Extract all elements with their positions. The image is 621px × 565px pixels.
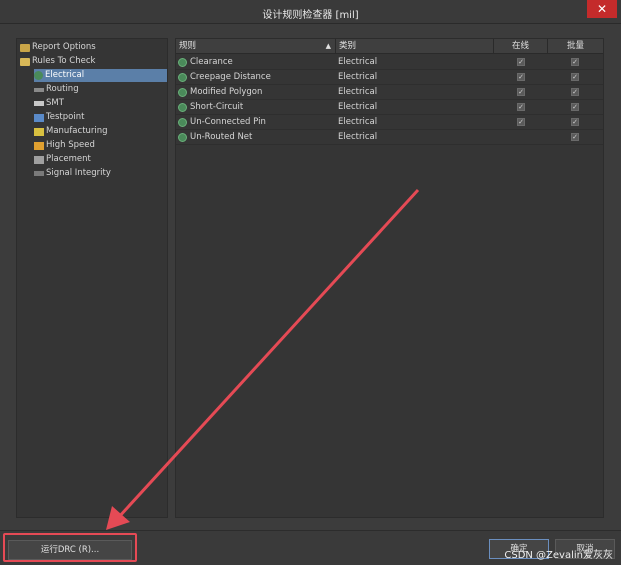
rule-name: Creepage Distance <box>190 72 271 82</box>
online-checkbox[interactable]: ✓ <box>517 58 525 66</box>
table-header: 规则 ▲ 类别 在线 批量 <box>176 39 603 54</box>
table-row[interactable]: Short-Circuit Electrical ✓ ✓ <box>176 100 603 115</box>
tree-item-label: Routing <box>46 84 79 94</box>
window-title: 设计规则检查器 [mil] <box>262 10 359 21</box>
column-header-rule[interactable]: 规则 ▲ <box>176 39 336 54</box>
batch-checkbox[interactable]: ✓ <box>571 58 579 66</box>
rule-icon <box>178 133 187 142</box>
online-checkbox[interactable]: ✓ <box>517 73 525 81</box>
rule-category: Electrical <box>338 72 378 82</box>
rule-icon <box>178 73 187 82</box>
tree-item-label: Rules To Check <box>32 56 96 66</box>
table-row[interactable]: Un-Connected Pin Electrical ✓ ✓ <box>176 115 603 130</box>
rule-icon <box>178 58 187 67</box>
online-checkbox[interactable]: ✓ <box>517 118 525 126</box>
column-header-category[interactable]: 类别 <box>336 39 494 54</box>
column-header-batch[interactable]: 批量 <box>548 39 603 54</box>
rule-name: Modified Polygon <box>190 87 263 97</box>
table-row[interactable]: Clearance Electrical ✓ ✓ <box>176 55 603 70</box>
tree-item-placement[interactable]: Placement <box>34 153 91 166</box>
batch-checkbox[interactable]: ✓ <box>571 118 579 126</box>
tree-item-label: High Speed <box>46 140 95 150</box>
watermark: CSDN @Zevalin爱灰灰 <box>504 550 613 561</box>
folder-icon <box>20 43 30 52</box>
placement-icon <box>34 155 44 164</box>
rule-category: Electrical <box>338 57 378 67</box>
rule-name: Clearance <box>190 57 233 67</box>
routing-icon <box>34 87 44 92</box>
tree-item-electrical[interactable]: Electrical <box>34 69 167 82</box>
batch-checkbox[interactable]: ✓ <box>571 88 579 96</box>
rule-category: Electrical <box>338 132 378 142</box>
rules-tree: Report Options Rules To Check Electrical… <box>16 38 168 518</box>
tree-item-routing[interactable]: Routing <box>34 83 79 96</box>
tree-item-label: Testpoint <box>46 112 85 122</box>
tree-item-signal-integrity[interactable]: Signal Integrity <box>34 167 111 180</box>
title-bar: 设计规则检查器 [mil] ✕ <box>0 0 621 24</box>
tree-item-label: Electrical <box>45 70 85 80</box>
high-speed-icon <box>34 141 44 150</box>
signal-integrity-icon <box>34 171 44 176</box>
batch-checkbox[interactable]: ✓ <box>571 133 579 141</box>
testpoint-icon <box>34 113 44 122</box>
batch-checkbox[interactable]: ✓ <box>571 103 579 111</box>
column-header-online[interactable]: 在线 <box>494 39 548 54</box>
rule-category: Electrical <box>338 102 378 112</box>
tree-item-label: Manufacturing <box>46 126 108 136</box>
tree-item-rules-to-check[interactable]: Rules To Check <box>20 55 95 68</box>
rule-icon <box>178 88 187 97</box>
tree-item-report-options[interactable]: Report Options <box>20 41 96 54</box>
rule-category: Electrical <box>338 87 378 97</box>
batch-checkbox[interactable]: ✓ <box>571 73 579 81</box>
rule-category: Electrical <box>338 117 378 127</box>
tree-item-high-speed[interactable]: High Speed <box>34 139 95 152</box>
rule-name: Un-Connected Pin <box>190 117 266 127</box>
tree-item-manufacturing[interactable]: Manufacturing <box>34 125 108 138</box>
electrical-icon <box>34 71 43 80</box>
rule-name: Un-Routed Net <box>190 132 253 142</box>
tree-item-label: Report Options <box>32 42 96 52</box>
sort-ascending-icon: ▲ <box>325 42 331 50</box>
tree-item-label: SMT <box>46 98 64 108</box>
table-row[interactable]: Creepage Distance Electrical ✓ ✓ <box>176 70 603 85</box>
online-checkbox[interactable]: ✓ <box>517 88 525 96</box>
folder-open-icon <box>20 57 30 66</box>
highlight-box <box>3 533 137 562</box>
close-button[interactable]: ✕ <box>587 0 617 18</box>
tree-item-label: Signal Integrity <box>46 168 111 178</box>
table-row[interactable]: Modified Polygon Electrical ✓ ✓ <box>176 85 603 100</box>
online-checkbox[interactable]: ✓ <box>517 103 525 111</box>
rule-icon <box>178 103 187 112</box>
column-header-label: 规则 <box>179 41 197 51</box>
tree-item-testpoint[interactable]: Testpoint <box>34 111 84 124</box>
rule-name: Short-Circuit <box>190 102 244 112</box>
tree-item-smt[interactable]: SMT <box>34 97 64 110</box>
rules-table: 规则 ▲ 类别 在线 批量 Clearance Electrical ✓ ✓ C… <box>175 38 604 518</box>
rule-icon <box>178 118 187 127</box>
smt-icon <box>34 101 44 106</box>
manufacturing-icon <box>34 127 44 136</box>
table-row[interactable]: Un-Routed Net Electrical ✓ <box>176 130 603 145</box>
tree-item-label: Placement <box>46 154 91 164</box>
